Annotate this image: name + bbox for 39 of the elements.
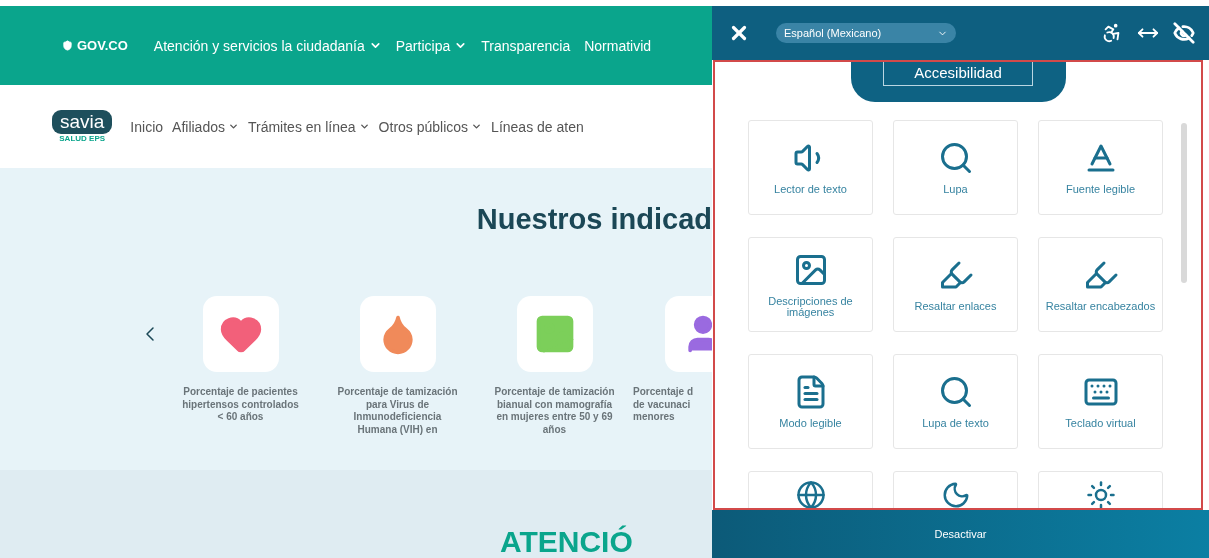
nav-link[interactable]: Atención y servicios la ciudadanía bbox=[153, 37, 382, 54]
tool-icon bbox=[795, 480, 826, 508]
chevron-icon bbox=[471, 121, 483, 132]
section-heading: ATENCIÓ bbox=[500, 526, 633, 558]
chevron-icon bbox=[227, 121, 239, 132]
indicator-label: Porcentaje d de vacunaci menores bbox=[633, 386, 694, 424]
panel-tab[interactable]: Accesibilidad bbox=[850, 62, 1066, 102]
nav-item[interactable]: Trámites en línea bbox=[247, 118, 370, 135]
brand-logo[interactable]: GOV.CO bbox=[62, 38, 128, 53]
tool-card[interactable]: Modo legible bbox=[748, 354, 873, 449]
tool-card[interactable]: Resaltar enlaces bbox=[893, 237, 1018, 332]
tool-card[interactable]: Lector de texto bbox=[748, 120, 873, 215]
nav-item[interactable]: Inicio bbox=[130, 118, 164, 135]
tool-card[interactable]: Teclado virtual bbox=[1038, 354, 1163, 449]
tool-card[interactable]: Descripciones de imágenes bbox=[748, 237, 873, 332]
nav-link[interactable]: Normativid bbox=[584, 37, 652, 54]
scrollbar[interactable] bbox=[1181, 123, 1187, 283]
indicator-label: Porcentaje de tamización bianual con mamografía en mujeres entre 50 y 69 años bbox=[494, 386, 615, 436]
indicator-tile[interactable] bbox=[202, 296, 279, 372]
indicator-tile[interactable] bbox=[516, 296, 593, 372]
nav-item[interactable]: Otros públicos bbox=[378, 118, 483, 135]
shield-icon bbox=[62, 40, 73, 51]
chevron-icon bbox=[358, 121, 370, 132]
nav-item[interactable]: Líneas de aten bbox=[491, 118, 584, 135]
language-select[interactable]: Español (Mexicano) bbox=[776, 23, 956, 43]
deactivate-button[interactable]: Desactivar bbox=[928, 527, 993, 541]
tool-card[interactable]: Lupa bbox=[893, 120, 1018, 215]
tool-card[interactable]: Fuente legible bbox=[1038, 120, 1163, 215]
section-title: Nuestros indicad bbox=[476, 203, 712, 236]
nav-link[interactable]: Transparencia bbox=[481, 37, 571, 54]
nav-link[interactable]: Participa bbox=[395, 37, 468, 54]
indicator-label: Porcentaje de pacientes hipertensos controlados < 60 años bbox=[182, 386, 299, 424]
tool-card[interactable]: Lupa de texto bbox=[893, 354, 1018, 449]
tool-icon bbox=[1085, 480, 1116, 508]
tool-card[interactable]: Resaltar encabezados bbox=[1038, 237, 1163, 332]
indicator-label: Porcentaje de tamización para Virus de Inmunodeficiencia Humana (VIH) en bbox=[337, 386, 458, 436]
indicator-tile[interactable] bbox=[359, 296, 436, 372]
eye-off-icon[interactable] bbox=[1173, 22, 1195, 44]
nav-item[interactable]: Afiliados bbox=[172, 118, 239, 135]
